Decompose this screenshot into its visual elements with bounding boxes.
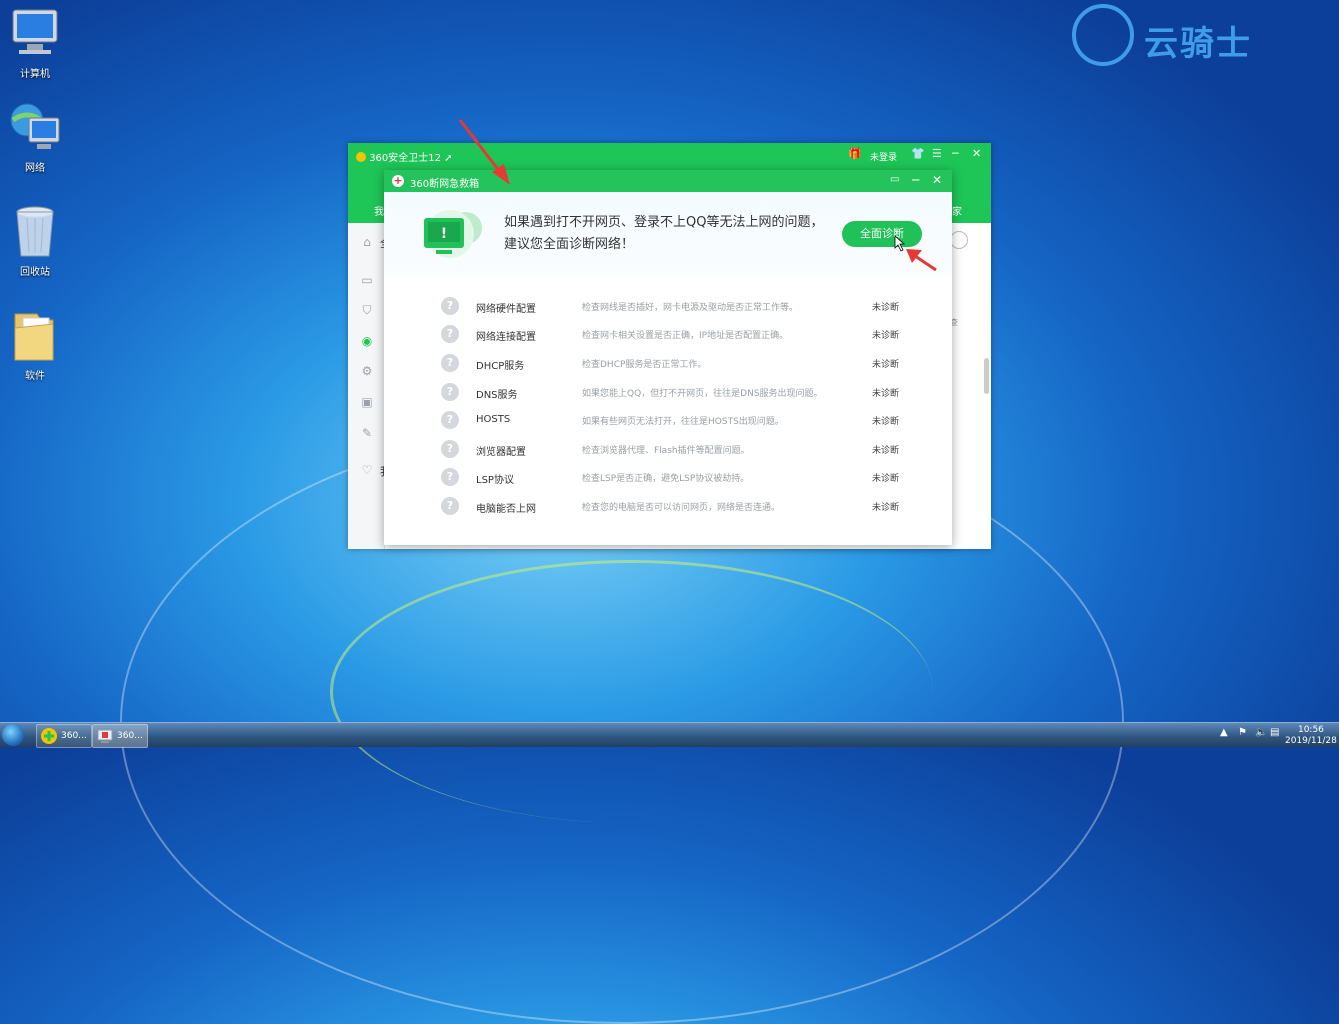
system-clock[interactable]: 10:56 2019/11/28 xyxy=(1285,725,1337,747)
red-arrow-icon xyxy=(906,249,937,272)
taskbar-button-rescue[interactable]: 360... xyxy=(92,724,148,748)
show-hidden-icons[interactable]: ▲ xyxy=(1220,727,1228,738)
action-center-icon[interactable]: ⚑ xyxy=(1238,727,1247,738)
taskbar-button-360[interactable]: 360... xyxy=(36,724,92,748)
volume-icon[interactable]: 🔈 xyxy=(1255,727,1267,738)
red-arrow-icon xyxy=(458,119,510,185)
network-tray-icon[interactable]: ▤ xyxy=(1270,727,1279,738)
mouse-cursor-icon xyxy=(894,235,906,252)
taskbar-button-label: 360... xyxy=(117,731,143,741)
taskbar-button-label: 360... xyxy=(61,731,87,741)
annotation-overlay xyxy=(458,119,937,272)
360-safeguard-icon xyxy=(41,728,57,744)
taskbar: 360... 360... ▲ ⚑ 🔈 ▤ 10:56 2019/11/28 xyxy=(0,722,1339,748)
clock-date: 2019/11/28 xyxy=(1285,736,1337,746)
network-rescue-icon xyxy=(97,728,113,744)
clock-time: 10:56 xyxy=(1297,725,1324,735)
start-button[interactable] xyxy=(2,724,24,746)
